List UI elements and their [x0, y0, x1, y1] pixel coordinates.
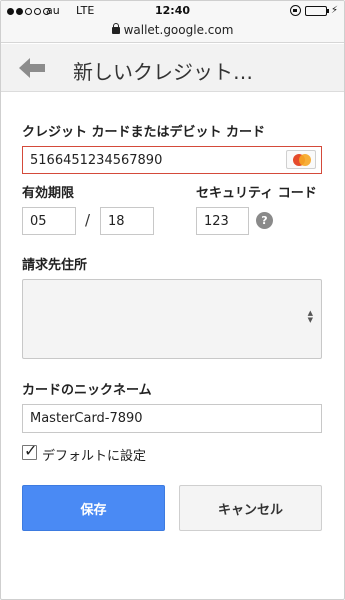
- security-code-label: セキュリティ コード: [196, 186, 317, 201]
- cancel-button[interactable]: キャンセル: [179, 485, 322, 531]
- page-title: 新しいクレジット…: [73, 60, 253, 84]
- billing-address-select[interactable]: ▲ ▼: [22, 279, 322, 359]
- select-updown-icon: ▲ ▼: [307, 309, 313, 324]
- nickname-input[interactable]: MasterCard-7890: [22, 404, 322, 433]
- url-text: wallet.google.com: [123, 23, 234, 37]
- screen: au LTE 12:40 ⚡ wallet.google.com 新しいクレジッ…: [0, 0, 345, 600]
- default-checkbox[interactable]: ✓: [22, 441, 37, 460]
- status-bar: au LTE 12:40 ⚡: [1, 1, 344, 23]
- charging-icon: ⚡: [330, 5, 338, 16]
- security-code-value: 123: [204, 213, 229, 229]
- expiry-month-input[interactable]: 05: [22, 207, 76, 235]
- expiry-year-input[interactable]: 18: [100, 207, 154, 235]
- expiry-year-value: 18: [108, 213, 125, 229]
- nickname-value: MasterCard-7890: [30, 411, 143, 426]
- nickname-label: カードのニックネーム: [22, 383, 152, 398]
- expiry-month-value: 05: [30, 213, 47, 229]
- help-icon[interactable]: ?: [256, 212, 273, 229]
- rotation-lock-icon: [289, 5, 301, 16]
- mastercard-icon: [286, 150, 316, 169]
- battery-icon: [304, 5, 329, 16]
- back-arrow-icon[interactable]: [19, 58, 45, 78]
- expiry-separator: /: [85, 211, 91, 229]
- billing-address-label: 請求先住所: [22, 258, 88, 273]
- padlock-icon: [111, 23, 120, 34]
- url-bar[interactable]: wallet.google.com: [1, 23, 344, 43]
- card-number-value: 5166451234567890: [30, 152, 163, 168]
- checkmark-icon: ✓: [24, 441, 38, 460]
- save-button[interactable]: 保存: [22, 485, 165, 531]
- security-code-input[interactable]: 123: [196, 207, 249, 235]
- card-number-input[interactable]: 5166451234567890: [22, 146, 322, 174]
- expiry-label: 有効期限: [22, 186, 75, 201]
- page-header: 新しいクレジット…: [1, 44, 344, 92]
- default-checkbox-label[interactable]: デフォルトに設定: [42, 445, 146, 464]
- card-number-label: クレジット カードまたはデビット カード: [22, 125, 266, 140]
